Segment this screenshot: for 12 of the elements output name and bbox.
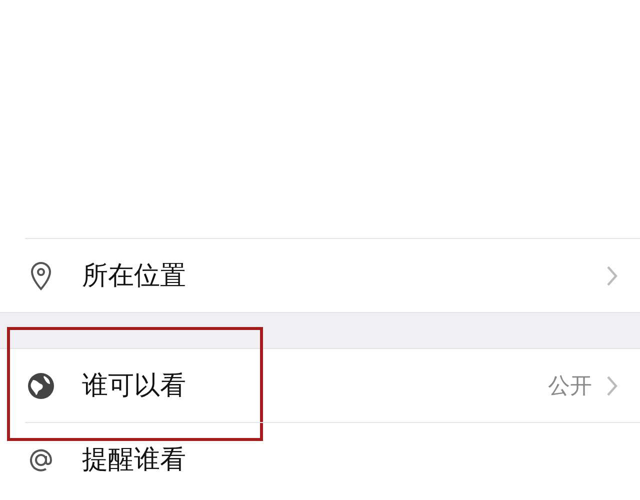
settings-row[interactable]: 谁可以看 公开 <box>0 349 640 422</box>
row-value: 公开 <box>548 372 592 400</box>
chevron-right-icon <box>606 374 618 396</box>
chevron-right-icon <box>606 264 618 286</box>
settings-row[interactable]: 所在位置 <box>0 239 640 312</box>
location-pin-icon <box>30 260 52 290</box>
globe-icon <box>27 372 55 400</box>
row-label: 提醒谁看 <box>82 444 187 477</box>
row-label: 所在位置 <box>82 260 187 293</box>
row-label: 谁可以看 <box>82 370 187 403</box>
settings-row[interactable]: 提醒谁看 <box>25 422 640 496</box>
at-sign-icon <box>28 446 54 472</box>
